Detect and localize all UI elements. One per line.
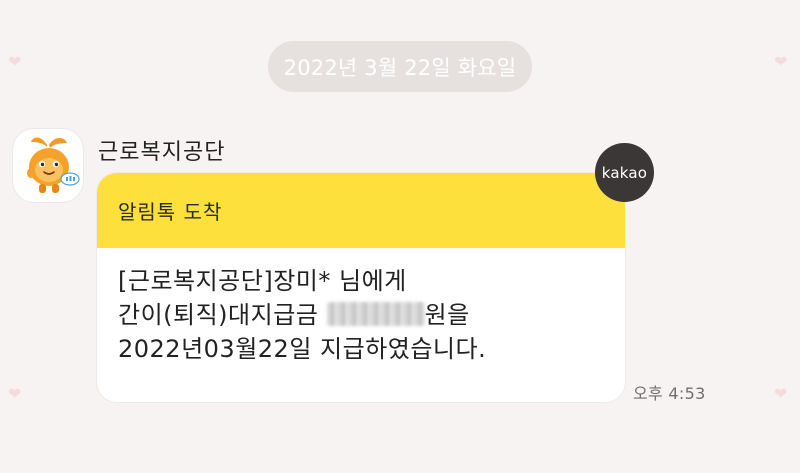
- date-separator: 2022년 3월 22일 화요일: [268, 41, 532, 92]
- message-line-2-prefix: 간이(퇴직)대지급금: [118, 301, 327, 329]
- heart-decoration-icon: ❤: [774, 384, 788, 403]
- message-line-2: 간이(퇴직)대지급금 원을: [118, 298, 625, 332]
- message-line-3: 2022년03월22일 지급하였습니다.: [118, 335, 487, 363]
- sender-name: 근로복지공단: [98, 140, 226, 165]
- message-bubble[interactable]: 알림톡 도착 [근로복지공단]장미* 님에게 간이(퇴직)대지급금 원을 202…: [97, 173, 625, 402]
- message-timestamp: 오후 4:53: [633, 384, 706, 403]
- bubble-header-title: 알림톡 도착: [118, 200, 223, 224]
- bubble-header: 알림톡 도착: [97, 173, 625, 248]
- kakao-badge[interactable]: kakao: [595, 143, 654, 202]
- heart-decoration-icon: ❤: [774, 52, 788, 71]
- heart-decoration-icon: ❤: [8, 384, 22, 403]
- message-body: [근로복지공단]장미* 님에게 간이(퇴직)대지급금 원을 2022년03월22…: [97, 248, 625, 366]
- redacted-amount: [326, 302, 425, 326]
- mascot-icon: [27, 137, 80, 193]
- message-line-1: [근로복지공단]장미* 님에게: [118, 267, 407, 295]
- sender-avatar[interactable]: [12, 128, 84, 203]
- heart-decoration-icon: ❤: [8, 52, 22, 71]
- message-line-2-suffix: 원을: [424, 301, 470, 329]
